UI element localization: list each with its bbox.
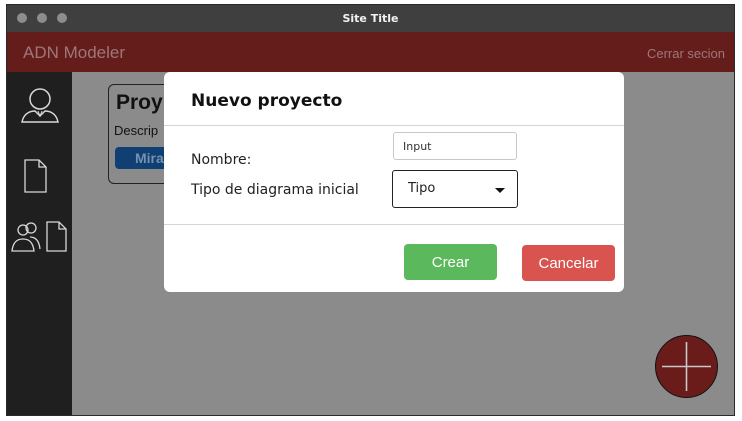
sidebar <box>7 72 72 415</box>
create-button[interactable]: Crear <box>404 244 497 280</box>
plus-icon <box>662 342 711 391</box>
add-project-button[interactable] <box>655 335 718 398</box>
sidebar-item-documents[interactable] <box>7 154 72 198</box>
diagram-type-label: Tipo de diagrama inicial <box>191 182 359 198</box>
user-icon <box>21 88 59 123</box>
dialog-title: Nuevo proyecto <box>191 91 343 111</box>
document-icon <box>24 159 47 193</box>
app-brand: ADN Modeler <box>23 43 126 62</box>
sidebar-item-shared-projects[interactable] <box>7 218 72 258</box>
new-project-dialog: Nuevo proyecto Nombre: Tipo de diagrama … <box>164 72 624 292</box>
name-label: Nombre: <box>191 152 252 168</box>
logout-link[interactable]: Cerrar secion <box>647 46 725 61</box>
sidebar-item-profile[interactable] <box>7 82 72 132</box>
project-card-description: Descrip <box>114 123 159 138</box>
app-header: ADN Modeler Cerrar secion <box>7 32 734 72</box>
dialog-footer-divider <box>164 224 624 225</box>
project-card-title: Proy <box>116 91 163 114</box>
chevron-down-icon <box>495 188 505 193</box>
window-title: Site Title <box>342 12 399 25</box>
shared-document-icon <box>11 221 67 252</box>
window-titlebar: Site Title <box>7 5 734 32</box>
dialog-header-divider <box>164 125 624 126</box>
cancel-button[interactable]: Cancelar <box>522 245 615 281</box>
diagram-type-value: Tipo <box>408 181 436 196</box>
project-name-input[interactable] <box>393 132 517 160</box>
diagram-type-select[interactable]: Tipo <box>392 170 518 208</box>
